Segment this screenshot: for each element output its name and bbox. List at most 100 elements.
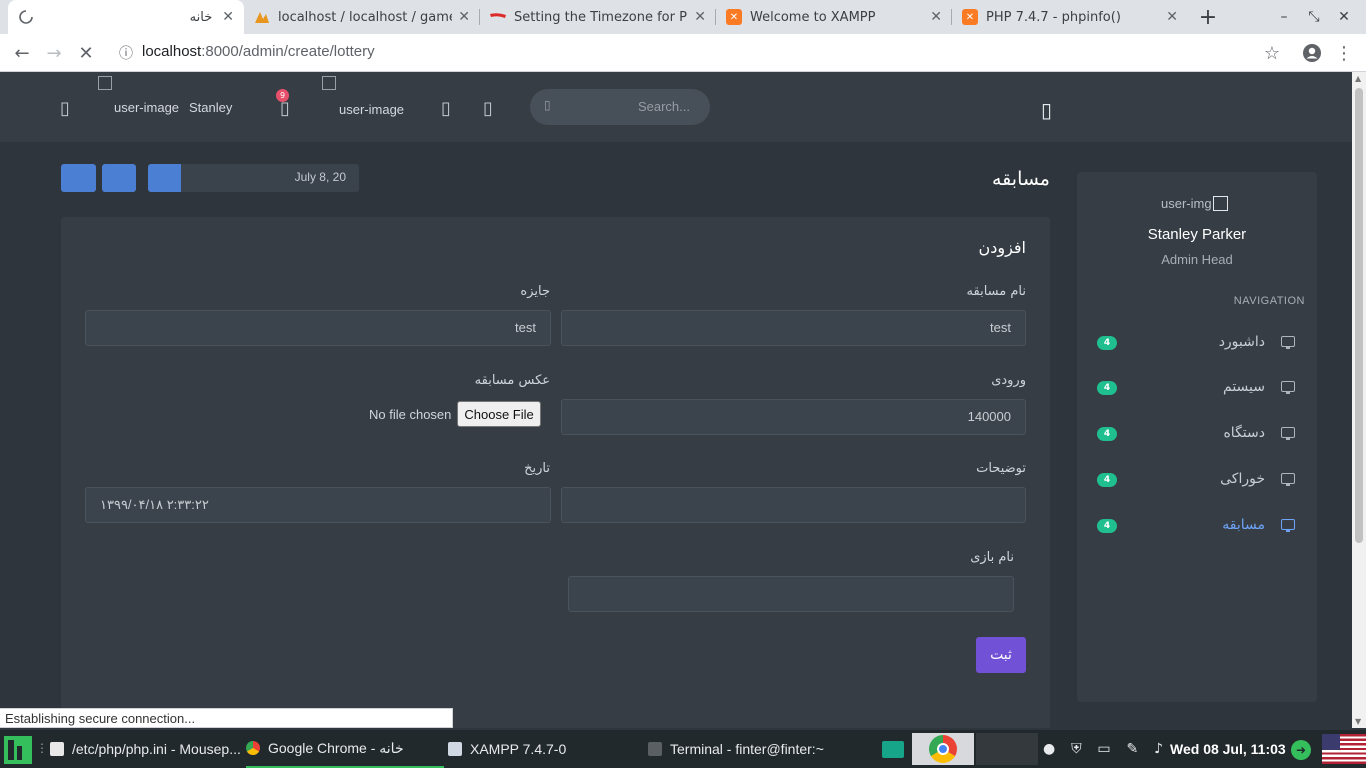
page-scrollbar[interactable]: ▲ ▼ [1352, 72, 1366, 728]
status-bubble: Establishing secure connection... [0, 708, 453, 728]
mousepad-icon [50, 742, 64, 756]
sidebar-user-name: Stanley Parker [1147, 226, 1247, 243]
close-icon[interactable]: ✕ [1166, 9, 1178, 25]
star-icon[interactable]: ☆ [1258, 39, 1286, 67]
loading-icon [18, 9, 34, 25]
date-range-picker[interactable]: July 8, 20 [148, 164, 359, 192]
system-tray: ● ⛨ ▭ ✎ ♪ [1043, 730, 1163, 768]
browser-tab-strip: خانه ✕ localhost / localhost / gamen ✕ S… [0, 0, 1366, 34]
sidebar-avatar: user-img [1161, 196, 1228, 211]
workspace-icon[interactable] [882, 741, 904, 758]
entry-input[interactable]: 140000 [561, 399, 1026, 435]
stop-loading-icon[interactable]: ✕ [72, 39, 100, 67]
header-user-name[interactable]: Stanley [189, 100, 232, 115]
no-file-text: No file chosen [369, 406, 452, 422]
shield-icon[interactable]: ⛨ [1071, 741, 1082, 757]
lottery-image-file-input[interactable]: No file chosen Choose File [369, 401, 541, 427]
search-icon: ▯ [544, 98, 551, 112]
taskbar-item-mousepad[interactable]: /etc/php/php.ini - Mousep... [50, 730, 245, 768]
kebab-menu-icon[interactable]: ⋮ [1330, 39, 1358, 67]
forward-icon[interactable]: → [40, 39, 68, 67]
description-label: توضیحات [976, 461, 1026, 476]
tab-phpmyadmin[interactable]: localhost / localhost / gamen ✕ [244, 0, 480, 34]
sidebar-item-label: خوراکی [1220, 471, 1265, 487]
taskbar-item-terminal[interactable]: Terminal - finter@finter:~ [648, 730, 858, 768]
workspace-preview-active[interactable] [912, 733, 974, 765]
sidebar-item-food[interactable]: خوراکی 4 [1077, 465, 1317, 495]
mail-icon[interactable]: ▯ [441, 98, 451, 119]
close-icon[interactable]: ✕ [930, 9, 942, 25]
separator-icon: ⋮ [36, 741, 48, 755]
tab-title: PHP 7.4.7 - phpinfo() [986, 9, 1121, 25]
top-navbar: ▯ user-image Stanley ▯ 9 user-image ▯ ▯ … [0, 72, 1352, 142]
action-button-1[interactable] [61, 164, 96, 192]
us-flag-keyboard-layout-icon[interactable] [1322, 734, 1366, 764]
monitor-icon [1281, 336, 1295, 349]
menu-toggle-icon[interactable]: ▯ [1041, 98, 1052, 122]
xampp-icon: ✕ [962, 9, 978, 25]
entry-label: ورودی [991, 373, 1026, 388]
tab-title: localhost / localhost / gamen [278, 9, 453, 25]
minimize-icon[interactable]: – [1269, 0, 1299, 34]
game-name-input[interactable] [568, 576, 1014, 612]
address-bar[interactable]: localhost:8000/admin/create/lottery [142, 43, 375, 60]
monitor-icon [1281, 519, 1295, 532]
broken-image-icon [322, 76, 336, 90]
scroll-down-icon[interactable]: ▼ [1355, 717, 1361, 726]
entry-value: 140000 [967, 409, 1011, 424]
choose-file-button[interactable]: Choose File [457, 401, 541, 427]
taskbar-item-xampp[interactable]: XAMPP 7.4.7-0 [448, 730, 628, 768]
taskbar-clock[interactable]: Wed 08 Jul, 11:03 [1170, 741, 1286, 757]
sidebar-item-label: دستگاه [1223, 425, 1265, 441]
security-icon[interactable]: ● [1043, 741, 1055, 757]
manjaro-menu-icon[interactable] [4, 736, 32, 764]
new-tab-button[interactable]: + [1193, 0, 1223, 34]
power-icon[interactable]: ▯ [60, 98, 70, 119]
scroll-up-icon[interactable]: ▲ [1355, 74, 1361, 83]
close-icon[interactable]: ✕ [694, 9, 706, 25]
navigation-heading: NAVIGATION [1233, 295, 1305, 307]
tab-timezone[interactable]: Setting the Timezone for PH ✕ [480, 0, 716, 34]
notification-badge: 9 [276, 89, 289, 102]
info-icon[interactable]: ⓘ [112, 39, 140, 67]
lottery-name-input[interactable]: test [561, 310, 1026, 346]
profile-icon[interactable] [1298, 39, 1326, 67]
tab-phpinfo[interactable]: ✕ PHP 7.4.7 - phpinfo() ✕ [952, 0, 1188, 34]
sidebar-item-dashboard[interactable]: داشبورد 4 [1077, 328, 1317, 358]
taskbar-item-label: Terminal - finter@finter:~ [670, 741, 824, 757]
broken-image-icon [98, 76, 112, 90]
tab-xampp[interactable]: ✕ Welcome to XAMPP ✕ [716, 0, 952, 34]
broken-image-icon [1212, 196, 1228, 211]
close-icon[interactable]: ✕ [458, 9, 470, 25]
date-label: تاریخ [524, 461, 550, 476]
action-button-2[interactable] [102, 164, 136, 192]
sidebar-item-system[interactable]: سیستم 4 [1077, 373, 1317, 403]
update-icon[interactable]: ➜ [1291, 740, 1311, 760]
back-icon[interactable]: ← [8, 39, 36, 67]
prize-input[interactable]: test [85, 310, 551, 346]
xampp-icon: ✕ [726, 9, 742, 25]
monitor-icon [1281, 427, 1295, 440]
taskbar-item-label: /etc/php/php.ini - Mousep... [72, 741, 241, 757]
scrollbar-thumb[interactable] [1355, 88, 1363, 543]
taskbar-item-chrome[interactable]: Google Chrome - خانه [246, 730, 444, 768]
taskbar-item-label: XAMPP 7.4.7-0 [470, 741, 567, 757]
user-image: user-image [114, 100, 180, 115]
submit-button[interactable]: ثبت [976, 637, 1026, 673]
sidebar-item-device[interactable]: دستگاه 4 [1077, 419, 1317, 449]
search-input[interactable]: ▯ Search... [530, 89, 710, 125]
description-input[interactable] [561, 487, 1026, 523]
sidebar-item-lottery[interactable]: مسابقه 4 [1077, 511, 1317, 541]
paperclip-icon[interactable]: ✎ [1126, 741, 1138, 757]
volume-icon[interactable]: ♪ [1154, 741, 1163, 757]
sidebar-user-img-alt: user-img [1161, 196, 1212, 211]
restore-icon[interactable]: ⤡ [1299, 0, 1329, 34]
close-window-icon[interactable]: ✕ [1329, 0, 1359, 34]
tab-home[interactable]: خانه ✕ [8, 0, 244, 34]
workspace-preview[interactable] [976, 733, 1038, 765]
card-title: افزودن [978, 238, 1026, 257]
message-icon[interactable]: ▭ [1097, 741, 1110, 757]
apps-icon[interactable]: ▯ [483, 98, 493, 119]
date-input[interactable]: ۱۳۹۹/۰۴/۱۸ ۲:۳۳:۲۲ [85, 487, 551, 523]
close-icon[interactable]: ✕ [222, 9, 234, 25]
